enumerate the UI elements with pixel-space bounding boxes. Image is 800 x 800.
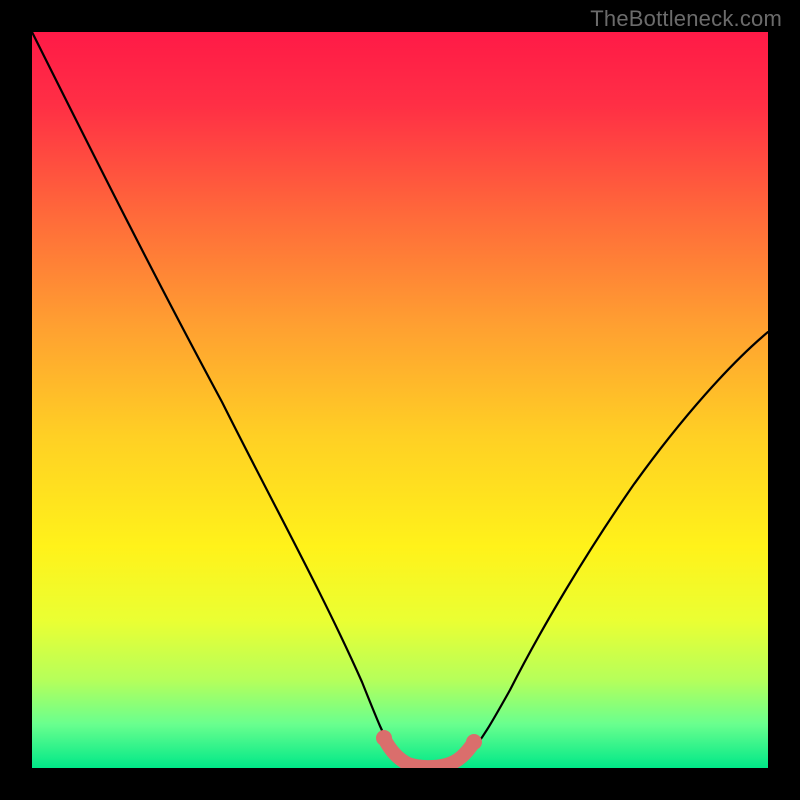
plot-area — [32, 32, 768, 768]
optimal-zone-start-dot — [376, 730, 392, 746]
bottleneck-curve — [32, 32, 768, 767]
watermark-text: TheBottleneck.com — [590, 6, 782, 32]
curve-layer — [32, 32, 768, 768]
optimal-zone-highlight — [384, 738, 474, 767]
chart-frame: TheBottleneck.com — [0, 0, 800, 800]
optimal-zone-end-dot — [466, 734, 482, 750]
